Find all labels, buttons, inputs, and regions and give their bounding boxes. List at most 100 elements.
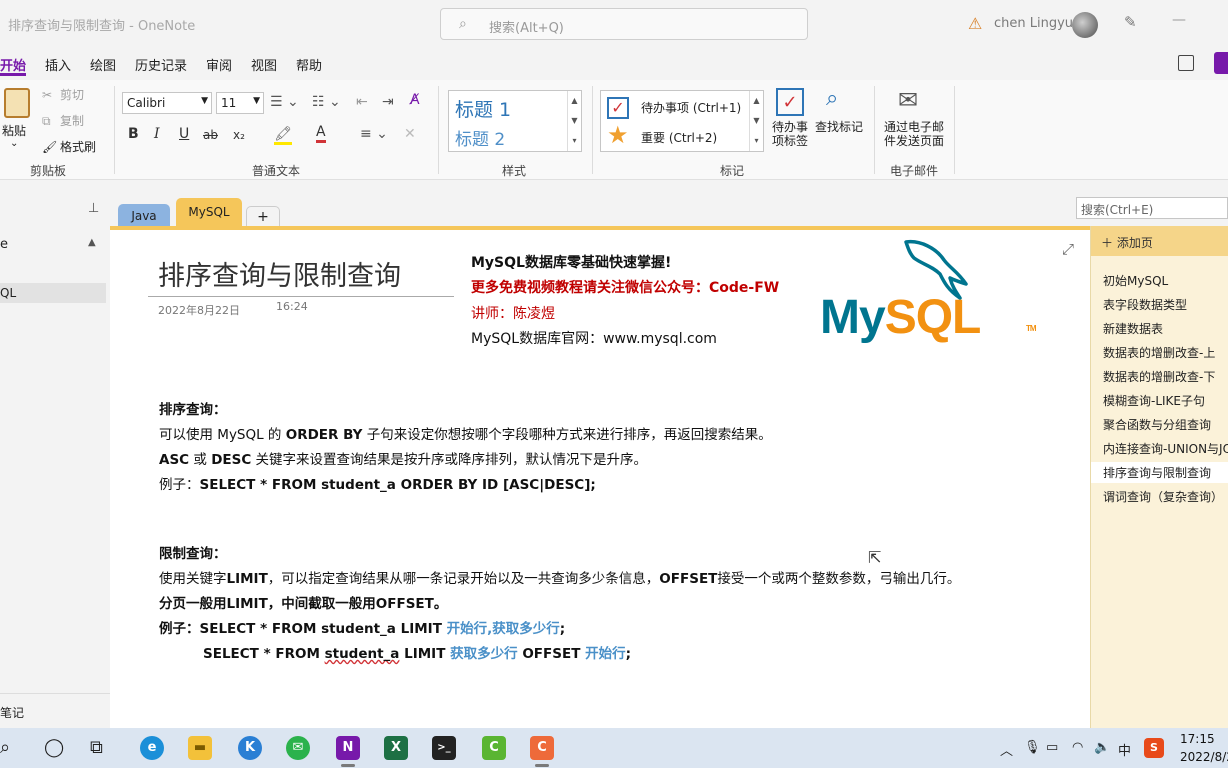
page-item[interactable]: 初始MySQL: [1103, 272, 1168, 289]
share-icon[interactable]: [1214, 52, 1228, 74]
search-icon[interactable]: ⌕: [0, 737, 10, 758]
page-canvas[interactable]: 排序查询与限制查询 2022年8月22日 16:24 ⤢ MySQL数据库零基础…: [110, 230, 1090, 728]
tab-history[interactable]: 历史记录: [135, 55, 187, 74]
page-item[interactable]: 内连接查询-UNION与JOIN: [1103, 440, 1228, 457]
bullet-list-icon[interactable]: ☰ ⌄: [270, 94, 299, 110]
align-icon[interactable]: ≡ ⌄: [360, 126, 388, 142]
microphone-icon[interactable]: 🎙: [1024, 740, 1041, 755]
format-painter-button[interactable]: 🖌 格式刷: [42, 138, 96, 155]
tab-insert[interactable]: 插入: [45, 55, 71, 74]
device-icon[interactable]: ▭: [1046, 740, 1058, 755]
tab-help[interactable]: 帮助: [296, 55, 322, 74]
user-name[interactable]: chen Lingyu: [994, 16, 1073, 31]
onenote-icon[interactable]: N: [336, 736, 360, 760]
info-line-1[interactable]: MySQL数据库零基础快速掌握!: [471, 252, 671, 272]
style-heading2[interactable]: 标题 2: [455, 125, 505, 150]
nav-bottom-notes[interactable]: 笔记: [0, 693, 110, 721]
italic-button[interactable]: I: [154, 126, 160, 142]
wifi-icon[interactable]: ◠: [1072, 740, 1083, 755]
notebook-name[interactable]: e: [0, 237, 8, 252]
add-section-button[interactable]: +: [246, 206, 280, 226]
strikethrough-button[interactable]: ab: [203, 128, 218, 142]
sort-line-2[interactable]: ASC 或 DESC 关键字来设置查询结果是按升序或降序排列，默认情况下是升序。: [159, 448, 647, 468]
sort-example[interactable]: 例子：SELECT * FROM student_a ORDER BY ID […: [159, 473, 596, 493]
style-heading1[interactable]: 标题 1: [455, 95, 511, 122]
section-tab-java[interactable]: Java: [118, 204, 170, 226]
limit-line-2[interactable]: 分页一般用LIMIT，中间截取一般用OFFSET。: [159, 592, 447, 612]
numbered-list-icon[interactable]: ☷ ⌄: [312, 94, 341, 110]
section-tab-mysql[interactable]: MySQL: [176, 198, 242, 226]
info-line-3[interactable]: 讲师：陈凌煜: [471, 303, 555, 323]
page-item[interactable]: 表字段数据类型: [1103, 296, 1187, 313]
sort-line-1[interactable]: 可以使用 MySQL 的 ORDER BY 子句来设定你想按哪个字段哪种方式来进…: [159, 423, 772, 443]
recorder-icon[interactable]: C: [530, 736, 554, 760]
info-line-4[interactable]: MySQL数据库官网：www.mysql.com: [471, 328, 717, 348]
clear-icon[interactable]: ✕: [404, 126, 416, 142]
limit-example-1[interactable]: 例子：SELECT * FROM student_a LIMIT 开始行,获取多…: [159, 617, 565, 637]
envelope-icon[interactable]: ✉: [898, 86, 918, 114]
search-input[interactable]: ⌕ 搜索(Alt+Q): [440, 8, 808, 40]
font-size-select[interactable]: 11 ▼: [216, 92, 264, 114]
sogou-icon[interactable]: S: [1144, 738, 1164, 758]
page-item[interactable]: 数据表的增删改查-上: [1103, 344, 1215, 361]
highlight-icon[interactable]: 🖍: [274, 126, 292, 145]
page-item[interactable]: 谓词查询（复杂查询）: [1103, 488, 1223, 505]
kugou-icon[interactable]: K: [238, 736, 262, 760]
ime-indicator[interactable]: 中: [1118, 740, 1131, 759]
clipboard-icon[interactable]: [4, 88, 30, 118]
warning-icon[interactable]: ⚠: [968, 14, 982, 33]
decrease-indent-icon[interactable]: ⇤: [356, 94, 368, 110]
nav-item-selected[interactable]: QL: [0, 283, 106, 303]
wechat-icon[interactable]: ✉: [286, 736, 310, 760]
add-page-button[interactable]: ＋ 添加页: [1091, 226, 1228, 256]
limit-example-2[interactable]: SELECT * FROM student_a LIMIT 获取多少行 OFFS…: [203, 642, 631, 662]
page-item-selected[interactable]: 排序查询与限制查询: [1091, 462, 1228, 483]
page-item[interactable]: 模糊查询-LIKE子句: [1103, 392, 1205, 409]
limit-line-1[interactable]: 使用关键字LIMIT，可以指定查询结果从哪一条记录开始以及一共查询多少条信息，O…: [159, 567, 960, 587]
todo-tag-button[interactable]: 待办事项标签: [768, 120, 812, 148]
gallery-scroll[interactable]: ▲ ▼ ▾: [567, 91, 581, 151]
sort-heading[interactable]: 排序查询：: [159, 398, 227, 418]
sticky-notes-icon[interactable]: [1178, 55, 1194, 71]
tag-important[interactable]: 重要 (Ctrl+2): [641, 129, 717, 146]
page-item[interactable]: 数据表的增删改查-下: [1103, 368, 1215, 385]
volume-icon[interactable]: 🔈: [1094, 740, 1110, 755]
page-item[interactable]: 聚合函数与分组查询: [1103, 416, 1211, 433]
email-page-button[interactable]: 通过电子邮件发送页面: [880, 120, 948, 148]
limit-heading[interactable]: 限制查询：: [159, 542, 227, 562]
chevron-up-icon[interactable]: ▲: [88, 237, 96, 248]
tab-review[interactable]: 审阅: [206, 55, 232, 74]
cut-button[interactable]: ✂ 剪切: [42, 86, 84, 103]
task-view-icon[interactable]: ⧉: [90, 737, 103, 758]
paste-button[interactable]: 粘贴: [2, 122, 26, 139]
clock-date[interactable]: 2022/8/2: [1180, 750, 1228, 764]
tab-home[interactable]: 开始: [0, 55, 26, 74]
info-line-2[interactable]: 更多免费视频教程请关注微信公众号：Code-FW: [471, 277, 779, 297]
todo-tag-icon[interactable]: ✓: [776, 88, 804, 116]
font-family-select[interactable]: Calibri ▼: [122, 92, 212, 114]
avatar[interactable]: [1072, 12, 1098, 38]
tags-gallery[interactable]: ✓ ★ 待办事项 (Ctrl+1) 重要 (Ctrl+2) ▲ ▼ ▾: [600, 90, 764, 152]
cortana-icon[interactable]: ◯: [44, 737, 64, 758]
underline-button[interactable]: U: [179, 126, 189, 142]
clear-format-icon[interactable]: A̸: [410, 92, 420, 108]
clock-time[interactable]: 17:15: [1180, 732, 1215, 746]
camtasia-icon[interactable]: C: [482, 736, 506, 760]
styles-gallery[interactable]: 标题 1 标题 2 ▲ ▼ ▾: [448, 90, 582, 152]
copy-button[interactable]: ⧉ 复制: [42, 112, 84, 129]
increase-indent-icon[interactable]: ⇥: [382, 94, 394, 110]
font-color-icon[interactable]: A: [316, 124, 326, 143]
page-title[interactable]: 排序查询与限制查询: [158, 254, 401, 293]
chevron-down-icon[interactable]: ⌄: [10, 138, 18, 149]
find-tags-button[interactable]: 查找标记: [814, 120, 864, 134]
tab-draw[interactable]: 绘图: [90, 55, 116, 74]
pin-icon[interactable]: ⊥: [88, 201, 99, 216]
page-search-input[interactable]: 搜索(Ctrl+E): [1076, 197, 1228, 219]
excel-icon[interactable]: X: [384, 736, 408, 760]
terminal-icon[interactable]: >_: [432, 736, 456, 760]
bold-button[interactable]: B: [128, 126, 139, 142]
find-tags-icon[interactable]: ⌕: [826, 86, 838, 111]
chevron-up-icon[interactable]: ︿: [1000, 740, 1013, 759]
tag-todo[interactable]: 待办事项 (Ctrl+1): [641, 99, 741, 116]
edge-icon[interactable]: e: [140, 736, 164, 760]
